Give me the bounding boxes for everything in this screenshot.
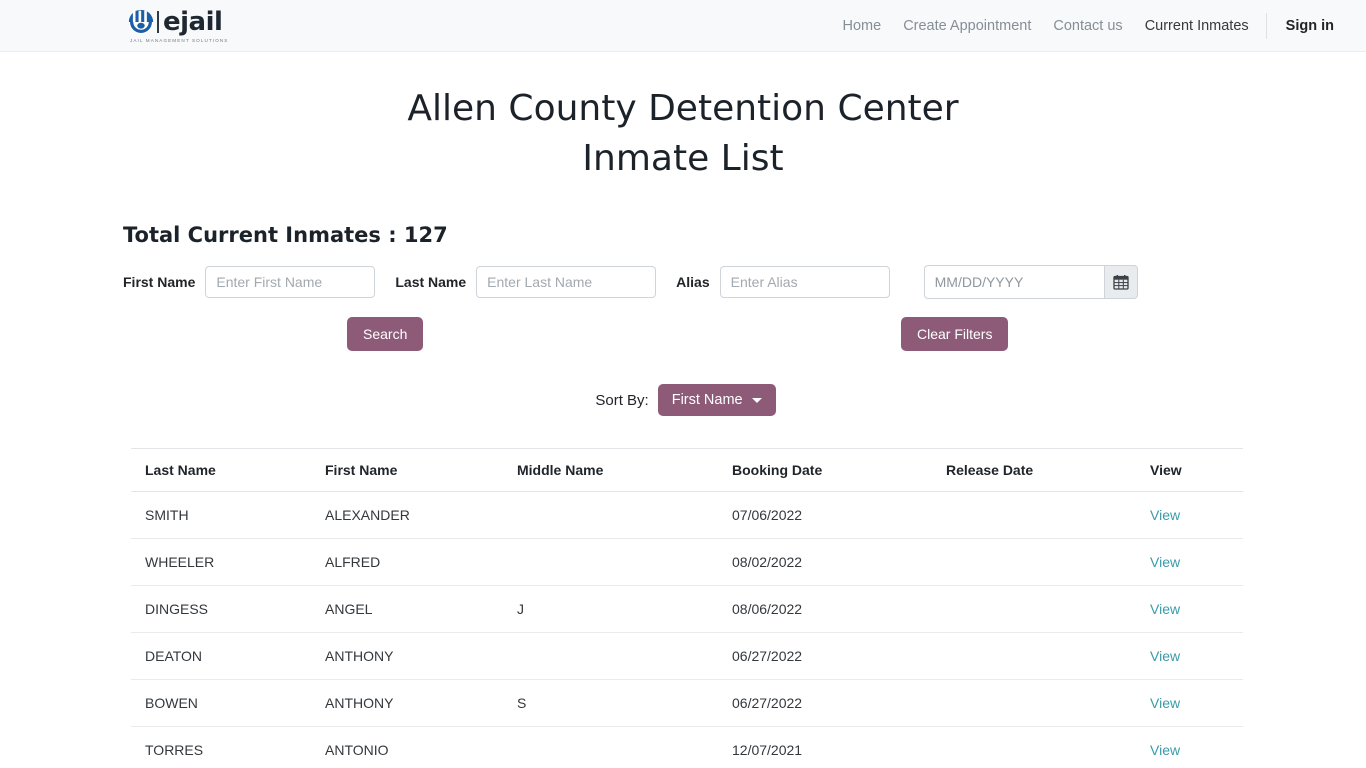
cell-booking-date: 08/06/2022	[718, 585, 932, 634]
cell-middle-name	[503, 491, 718, 540]
table-row: DEATON ANTHONY 06/27/2022 View	[131, 632, 1243, 681]
cell-last-name: SMITH	[131, 491, 311, 540]
page-title-line1: Allen County Detention Center	[407, 88, 959, 129]
cell-booking-date: 12/07/2021	[718, 726, 932, 768]
cell-view: View	[1136, 679, 1243, 728]
table-row: TORRES ANTONIO 12/07/2021 View	[131, 726, 1243, 768]
column-header-first-name: First Name	[311, 448, 503, 493]
view-link[interactable]: View	[1150, 742, 1180, 758]
table-header-row: Last Name First Name Middle Name Booking…	[131, 448, 1243, 493]
brand-logo[interactable]: ejail JAIL MANAGEMENT SOLUTIONS	[128, 9, 228, 43]
cell-middle-name	[503, 632, 718, 681]
cell-release-date	[932, 538, 1136, 587]
brand-row: ejail	[128, 6, 223, 37]
ejail-logo-icon	[128, 9, 154, 34]
cell-last-name: WHEELER	[131, 538, 311, 587]
view-link[interactable]: View	[1150, 554, 1180, 570]
cell-first-name: ANTONIO	[311, 726, 503, 768]
column-header-view: View	[1136, 448, 1243, 493]
view-link[interactable]: View	[1150, 695, 1180, 711]
sort-row: Sort By: First Name	[123, 384, 1248, 417]
filter-actions: Search Clear Filters	[123, 317, 1248, 352]
nav-links: Home Create Appointment Contact us Curre…	[832, 10, 1334, 42]
cell-middle-name	[503, 726, 718, 768]
cell-view: View	[1136, 538, 1243, 587]
nav-item-contact-us[interactable]: Contact us	[1042, 10, 1133, 42]
date-filter-group	[923, 265, 1138, 300]
cell-middle-name	[503, 538, 718, 587]
cell-booking-date: 06/27/2022	[718, 679, 932, 728]
alias-input[interactable]	[719, 266, 890, 299]
cell-middle-name: S	[503, 679, 718, 728]
table-row: SMITH ALEXANDER 07/06/2022 View	[131, 491, 1243, 540]
calendar-icon	[1112, 275, 1129, 290]
nav-item-home[interactable]: Home	[832, 10, 893, 42]
cell-view: View	[1136, 726, 1243, 768]
sort-by-label: Sort By:	[595, 391, 649, 409]
brand-mark: ejail JAIL MANAGEMENT SOLUTIONS	[128, 9, 228, 43]
inmate-table: Last Name First Name Middle Name Booking…	[131, 448, 1243, 768]
nav-item-sign-in[interactable]: Sign in	[1275, 10, 1334, 42]
filter-row: First Name Last Name Alias	[123, 265, 1248, 300]
calendar-picker-button[interactable]	[1103, 265, 1138, 300]
cell-first-name: ANTHONY	[311, 679, 503, 728]
cell-last-name: BOWEN	[131, 679, 311, 728]
column-header-last-name: Last Name	[131, 448, 311, 493]
column-header-middle-name: Middle Name	[503, 448, 718, 493]
first-name-label: First Name	[123, 274, 196, 291]
sort-by-selected-value: First Name	[671, 392, 743, 409]
cell-middle-name: J	[503, 585, 718, 634]
brand-divider	[157, 10, 159, 33]
cell-last-name: DEATON	[131, 632, 311, 681]
cell-first-name: ANGEL	[311, 585, 503, 634]
view-link[interactable]: View	[1150, 648, 1180, 664]
cell-booking-date: 07/06/2022	[718, 491, 932, 540]
total-inmates-label: Total Current Inmates : 127	[123, 223, 448, 248]
column-header-booking-date: Booking Date	[718, 448, 932, 493]
cell-release-date	[932, 726, 1136, 768]
search-button[interactable]: Search	[347, 317, 424, 352]
brand-tagline: JAIL MANAGEMENT SOLUTIONS	[130, 37, 229, 43]
alias-label: Alias	[676, 274, 710, 291]
booking-date-input[interactable]	[923, 265, 1104, 300]
clear-filters-button[interactable]: Clear Filters	[901, 317, 1009, 352]
cell-last-name: DINGESS	[131, 585, 311, 634]
cell-first-name: ALFRED	[311, 538, 503, 587]
last-name-input[interactable]	[476, 266, 657, 299]
first-name-input[interactable]	[205, 266, 376, 299]
cell-view: View	[1136, 632, 1243, 681]
sort-by-dropdown[interactable]: First Name	[657, 384, 776, 417]
chevron-down-icon	[751, 397, 762, 403]
nav-item-create-appointment[interactable]: Create Appointment	[892, 10, 1042, 42]
cell-view: View	[1136, 585, 1243, 634]
table-row: WHEELER ALFRED 08/02/2022 View	[131, 538, 1243, 587]
cell-last-name: TORRES	[131, 726, 311, 768]
cell-release-date	[932, 632, 1136, 681]
table-body: SMITH ALEXANDER 07/06/2022 View WHEELER …	[131, 491, 1243, 768]
page-title: Allen County Detention Center Inmate Lis…	[0, 52, 1366, 183]
table-header: Last Name First Name Middle Name Booking…	[131, 448, 1243, 493]
nav-divider	[1265, 12, 1267, 39]
cell-booking-date: 06/27/2022	[718, 632, 932, 681]
brand-wordmark: ejail	[163, 6, 223, 37]
cell-first-name: ALEXANDER	[311, 491, 503, 540]
cell-release-date	[932, 491, 1136, 540]
inmate-table-wrapper: Last Name First Name Middle Name Booking…	[123, 448, 1248, 768]
view-link[interactable]: View	[1150, 601, 1180, 617]
cell-view: View	[1136, 491, 1243, 540]
cell-first-name: ANTHONY	[311, 632, 503, 681]
top-navbar: ejail JAIL MANAGEMENT SOLUTIONS Home Cre…	[0, 0, 1366, 52]
last-name-label: Last Name	[395, 274, 467, 291]
nav-item-current-inmates[interactable]: Current Inmates	[1134, 10, 1260, 42]
cell-release-date	[932, 585, 1136, 634]
table-row: BOWEN ANTHONY S 06/27/2022 View	[131, 679, 1243, 728]
cell-release-date	[932, 679, 1136, 728]
table-row: DINGESS ANGEL J 08/06/2022 View	[131, 585, 1243, 634]
view-link[interactable]: View	[1150, 507, 1180, 523]
main-content: Total Current Inmates : 127 First Name L…	[118, 223, 1248, 768]
column-header-release-date: Release Date	[932, 448, 1136, 493]
cell-booking-date: 08/02/2022	[718, 538, 932, 587]
page-title-line2: Inmate List	[582, 137, 784, 179]
